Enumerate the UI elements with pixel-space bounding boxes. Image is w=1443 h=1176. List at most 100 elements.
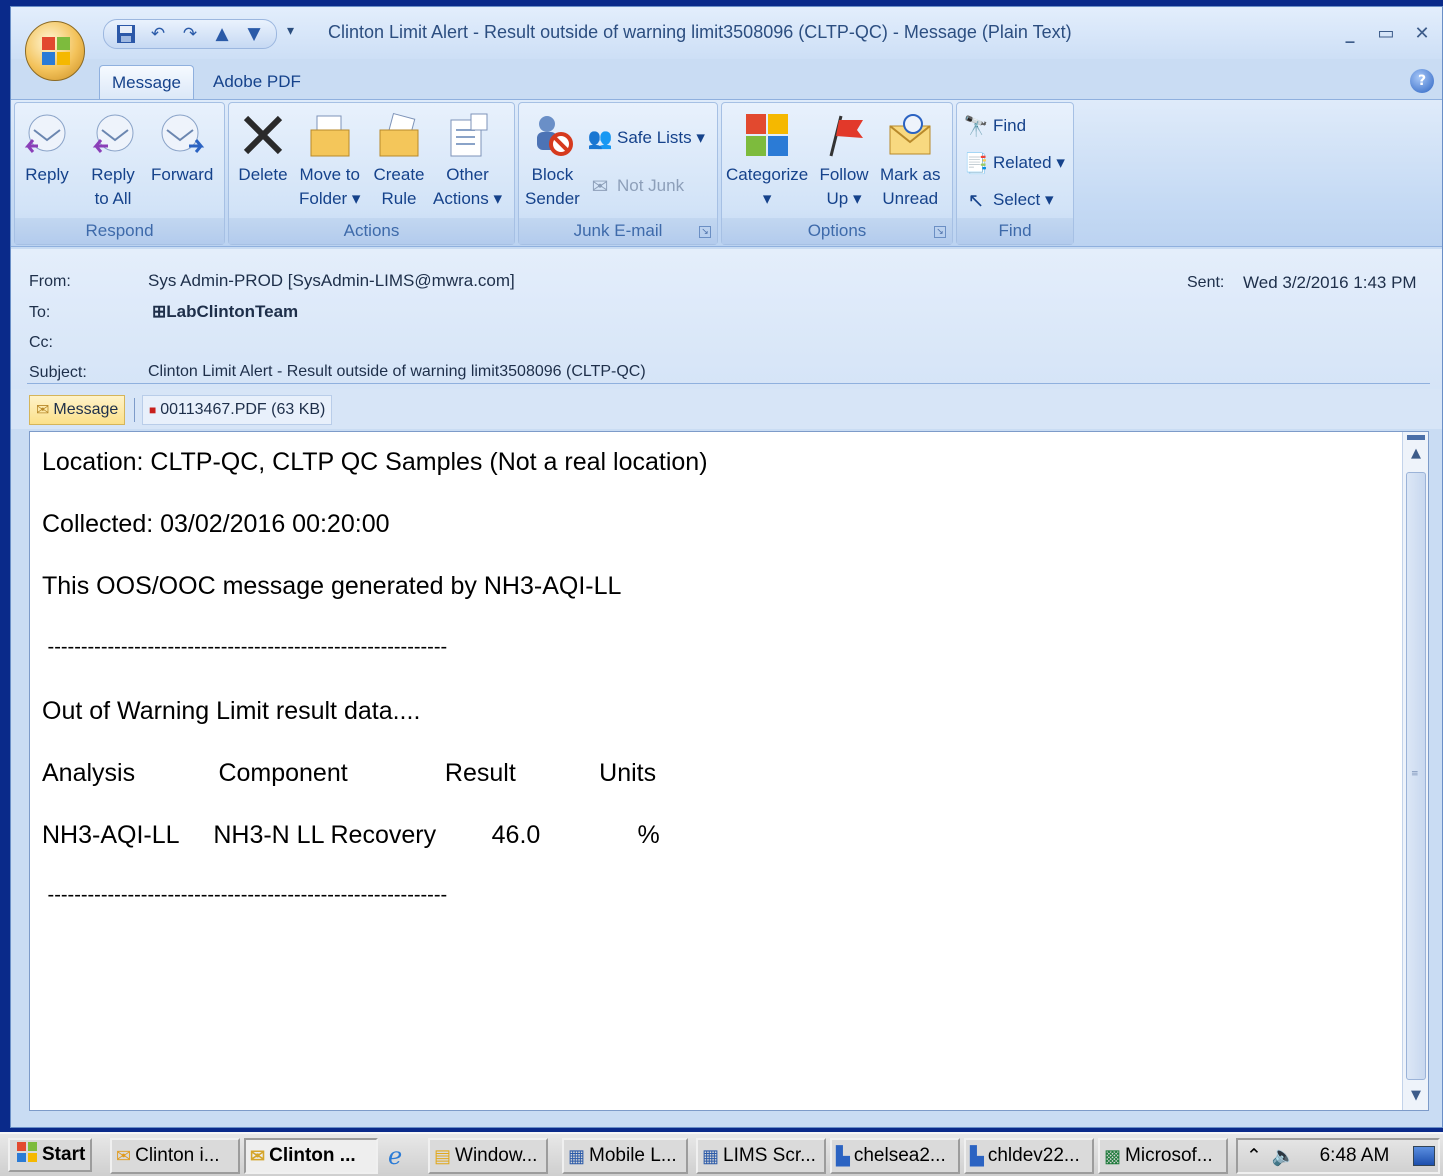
taskbar-item-internet-explorer[interactable]: ℯ: [384, 1138, 424, 1174]
taskbar-item-clinton-message[interactable]: ✉ Clinton ...: [244, 1138, 378, 1174]
not-junk-button[interactable]: ✉ Not Junk: [587, 173, 684, 199]
body-line-separator: ----------------------------------------…: [42, 636, 448, 658]
body-line-separator-end: ----------------------------------------…: [42, 884, 448, 906]
follow-up-button[interactable]: Follow Up ▾: [818, 107, 870, 211]
office-button[interactable]: [25, 21, 85, 81]
down-arrow-icon[interactable]: ▼: [240, 22, 268, 46]
reply-all-icon: [87, 107, 139, 163]
from-value[interactable]: Sys Admin-PROD [SysAdmin-LIMS@mwra.com]: [148, 271, 515, 291]
block-sender-button[interactable]: Block Sender: [525, 107, 580, 211]
split-handle[interactable]: [1407, 435, 1425, 440]
body-line-collected: Collected: 03/02/2016 00:20:00: [42, 510, 390, 538]
sent-value: Wed 3/2/2016 1:43 PM: [1243, 273, 1417, 292]
ie-icon: ℯ: [388, 1142, 403, 1170]
title-bar: ↶ ↷ ▲ ▼ ▾ Clinton Limit Alert - Result o…: [11, 7, 1442, 59]
taskbar-item-microsoft-excel[interactable]: ▩ Microsof...: [1098, 1138, 1228, 1174]
maximize-icon[interactable]: ▭: [1374, 21, 1398, 45]
excel-icon: ▩: [1104, 1145, 1122, 1166]
categorize-icon: [741, 107, 793, 163]
safe-lists-button[interactable]: 👥 Safe Lists ▾: [587, 125, 705, 151]
header-divider: [27, 383, 1430, 384]
delete-button[interactable]: Delete: [237, 107, 289, 187]
options-group-label: Options: [722, 218, 952, 244]
tray-expand-icon[interactable]: ⌃: [1246, 1145, 1262, 1168]
outlook-message-window: ↶ ↷ ▲ ▼ ▾ Clinton Limit Alert - Result o…: [10, 6, 1443, 1128]
message-attachment-tab[interactable]: ✉ Message: [29, 395, 126, 425]
mark-as-unread-button[interactable]: Mark as Unread: [880, 107, 940, 211]
help-icon[interactable]: ?: [1410, 69, 1434, 93]
mark-as-unread-icon: [884, 107, 936, 163]
scroll-thumb[interactable]: ≡: [1406, 472, 1426, 1080]
related-button[interactable]: 📑 Related ▾: [963, 150, 1065, 176]
other-actions-button[interactable]: Other Actions ▾: [433, 107, 502, 211]
taskbar-item-mobile-lims[interactable]: ▦ Mobile L...: [562, 1138, 688, 1174]
attachment-separator: [134, 398, 135, 422]
doc-icon: ▦: [568, 1145, 586, 1166]
quick-access-toolbar: ↶ ↷ ▲ ▼: [103, 19, 277, 49]
options-group: Categorize ▾ Follow Up ▾ Mark as Unread …: [721, 102, 953, 245]
follow-up-flag-icon: [818, 107, 870, 163]
junk-email-dialog-launcher-icon[interactable]: ↘: [699, 226, 711, 238]
remote-desktop-icon: ▙: [836, 1145, 850, 1166]
find-button[interactable]: 🔭 Find: [963, 113, 1027, 139]
junk-email-group: Block Sender 👥 Safe Lists ▾ ✉ Not Junk J…: [518, 102, 718, 245]
start-button[interactable]: Start: [8, 1138, 92, 1172]
pdf-attachment[interactable]: ■ 00113467.PDF (63 KB): [142, 395, 333, 425]
doc-icon: ▦: [702, 1145, 720, 1166]
clock[interactable]: 6:48 AM: [1320, 1145, 1390, 1167]
taskbar-item-chelsea[interactable]: ▙ chelsea2...: [830, 1138, 960, 1174]
tab-message[interactable]: Message: [99, 65, 194, 99]
redo-icon[interactable]: ↷: [176, 22, 204, 46]
taskbar-item-clinton-inbox[interactable]: ✉ Clinton i...: [110, 1138, 240, 1174]
move-to-folder-icon: [304, 107, 356, 163]
taskbar-item-lims-screen[interactable]: ▦ LIMS Scr...: [696, 1138, 826, 1174]
scroll-up-icon[interactable]: ▲: [1406, 446, 1426, 464]
undo-icon[interactable]: ↶: [144, 22, 172, 46]
window-title: Clinton Limit Alert - Result outside of …: [328, 22, 1072, 42]
delete-x-icon: [237, 107, 289, 163]
message-body[interactable]: Location: CLTP-QC, CLTP QC Samples (Not …: [29, 431, 1429, 1111]
volume-icon[interactable]: 🔈: [1272, 1144, 1296, 1168]
tab-adobe-pdf[interactable]: Adobe PDF: [201, 65, 313, 99]
outlook-icon: ✉: [116, 1145, 132, 1166]
other-actions-icon: [442, 107, 494, 163]
move-to-folder-button[interactable]: Move to Folder ▾: [299, 107, 360, 211]
actions-group: Delete Move to Folder ▾ Create Rule Othe…: [228, 102, 515, 245]
create-rule-button[interactable]: Create Rule: [373, 107, 425, 211]
safe-lists-icon: 👥: [587, 127, 613, 150]
body-line-generated: This OOS/OOC message generated by NH3-AQ…: [42, 572, 622, 600]
not-junk-icon: ✉: [591, 175, 609, 198]
window-controls: _ ▭ ✕: [1338, 21, 1434, 45]
cc-label: Cc:: [29, 334, 53, 351]
from-label: From:: [29, 273, 71, 290]
show-desktop-icon[interactable]: [1413, 1146, 1436, 1166]
customize-quick-access-icon[interactable]: ▾: [287, 23, 294, 39]
forward-button[interactable]: Forward: [151, 107, 213, 187]
reply-all-button[interactable]: Reply to All: [87, 107, 139, 211]
minimize-icon[interactable]: _: [1338, 21, 1362, 45]
body-line-table-header: Analysis Component Result Units: [42, 759, 657, 787]
respond-group: Reply Reply to All Forward Respond: [14, 102, 225, 245]
create-rule-icon: [373, 107, 425, 163]
body-line-location: Location: CLTP-QC, CLTP QC Samples (Not …: [42, 448, 708, 476]
up-arrow-icon[interactable]: ▲: [208, 22, 236, 46]
reply-button[interactable]: Reply: [21, 107, 73, 187]
ribbon-tabs: Message Adobe PDF ?: [11, 59, 1442, 99]
cursor-icon: ↖: [967, 189, 985, 212]
scroll-down-icon[interactable]: ▼: [1406, 1088, 1426, 1106]
body-line-table-row: NH3-AQI-LL NH3-N LL Recovery 46.0 %: [42, 821, 660, 849]
save-icon[interactable]: [112, 22, 140, 46]
options-dialog-launcher-icon[interactable]: ↘: [934, 226, 946, 238]
to-value[interactable]: ⊞LabClintonTeam: [152, 302, 298, 322]
system-tray: ⌃ 🔈 6:48 AM: [1236, 1138, 1440, 1174]
close-icon[interactable]: ✕: [1410, 21, 1434, 45]
envelope-icon: ✉: [36, 402, 50, 419]
categorize-button[interactable]: Categorize ▾: [726, 107, 808, 211]
vertical-scrollbar[interactable]: ▲ ≡ ▼: [1402, 432, 1428, 1110]
select-button[interactable]: ↖ Select ▾: [963, 187, 1054, 213]
scroll-grip-icon: ≡: [1411, 769, 1419, 779]
block-sender-icon: [526, 107, 578, 163]
taskbar-item-chldev[interactable]: ▙ chldev22...: [964, 1138, 1094, 1174]
taskbar-item-windows[interactable]: ▤ Window...: [428, 1138, 548, 1174]
subject-value: Clinton Limit Alert - Result outside of …: [148, 363, 646, 380]
